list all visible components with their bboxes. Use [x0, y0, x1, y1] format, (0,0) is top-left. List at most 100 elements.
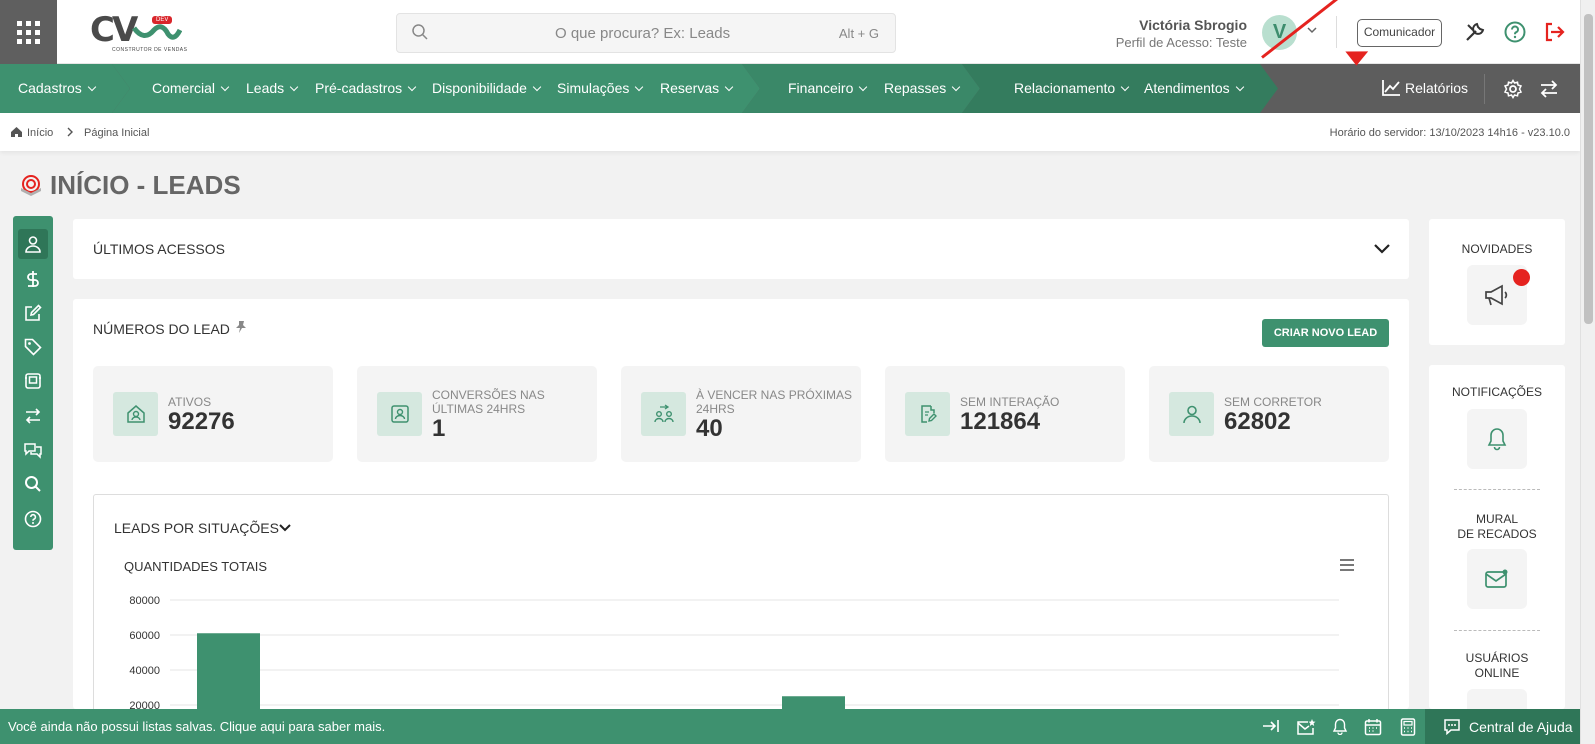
chevron-right-icon	[67, 127, 73, 137]
bell-icon	[1487, 428, 1507, 451]
stat-label: ATIVOS	[168, 395, 212, 409]
notification-dot	[1513, 269, 1530, 286]
global-search[interactable]: O que procura? Ex: Leads Alt + G	[396, 13, 896, 53]
toolbar-user[interactable]	[18, 229, 48, 259]
contract-icon	[25, 373, 41, 389]
numeros-lead-title: NÚMEROS DO LEAD	[93, 321, 230, 337]
edit-icon	[25, 304, 42, 321]
stat-label: SEM CORRETOR	[1224, 395, 1322, 409]
toolbar-chat[interactable]	[18, 435, 48, 465]
calendar-icon[interactable]	[1364, 718, 1382, 736]
bar-chart: 80000600004000020000	[129, 595, 1339, 714]
logo-subtitle: CONSTRUTOR DE VENDAS	[112, 47, 188, 53]
stat-label: CONVERSÕES NAS ÚLTIMAS 24hrs	[432, 388, 545, 416]
hamburger-menu-icon[interactable]	[1339, 558, 1355, 572]
stat-sem-corretor[interactable]: SEM CORRETOR 62802	[1149, 366, 1389, 462]
swap-icon[interactable]	[1539, 79, 1559, 99]
chart-y-tick-label: 60000	[129, 630, 160, 642]
chevron-down-icon[interactable]	[1373, 242, 1391, 256]
mural-label-line1: MURAL	[1475, 512, 1518, 526]
nav-cadastros[interactable]: Cadastros	[18, 80, 95, 96]
nav-relacionamento[interactable]: Relacionamento	[1014, 80, 1128, 96]
leads-situacoes-title[interactable]: LEADS POR SITUAÇÕES	[114, 520, 279, 536]
header-divider	[1336, 16, 1337, 48]
app-logo[interactable]: CV DEV CONSTRUTOR DE VENDAS	[90, 12, 190, 54]
toolbar-help[interactable]	[18, 504, 48, 534]
nav-simulacoes[interactable]: Simulações	[557, 80, 642, 96]
chart-title: QUANTIDADES TOTAIS	[124, 559, 268, 574]
comunicador-button[interactable]: Comunicador	[1357, 19, 1442, 47]
logo-dev-badge: DEV	[152, 16, 173, 24]
toolbar-search[interactable]	[18, 469, 48, 499]
nav-relatorios[interactable]: Relatórios	[1405, 80, 1468, 96]
chart-bar[interactable]	[197, 633, 260, 714]
nav-repasses[interactable]: Repasses	[884, 80, 959, 96]
search-shortcut: Alt + G	[838, 26, 879, 41]
mail-icon	[1485, 569, 1508, 588]
tools-icon[interactable]	[1463, 20, 1487, 44]
gear-icon[interactable]	[1503, 79, 1523, 99]
nav-reservas[interactable]: Reservas	[660, 80, 732, 96]
toolbar-dollar[interactable]	[18, 264, 48, 294]
logout-icon[interactable]	[1542, 20, 1566, 44]
stat-value: 121864	[960, 408, 1041, 435]
bell-icon[interactable]	[1332, 718, 1348, 735]
stat-label: SEM INTERAÇÃO	[960, 395, 1060, 409]
arrow-to-right-icon[interactable]	[1262, 718, 1280, 734]
dollar-icon	[27, 271, 39, 287]
breadcrumb-current: Página Inicial	[84, 127, 150, 139]
pin-icon[interactable]	[233, 319, 249, 335]
leads-situacoes-panel: LEADS POR SITUAÇÕES QUANTIDADES TOTAIS 8…	[93, 494, 1389, 714]
usuarios-label-line1: USUÁRIOS	[1465, 651, 1529, 665]
saved-lists-message[interactable]: Você ainda não possui listas salvas. Cli…	[8, 719, 385, 734]
footer-bar: Você ainda não possui listas salvas. Cli…	[0, 709, 1580, 744]
breadcrumb-home[interactable]: Início	[27, 127, 53, 139]
nav-comercial[interactable]: Comercial	[152, 80, 228, 96]
mural-button[interactable]	[1467, 549, 1527, 609]
help-icon[interactable]	[1503, 20, 1527, 44]
search-icon	[25, 476, 41, 492]
calculator-icon[interactable]	[1400, 718, 1416, 736]
usuarios-label-line2: ONLINE	[1474, 666, 1520, 680]
chart-y-tick-label: 80000	[129, 595, 160, 607]
scrollbar-thumb[interactable]	[1584, 14, 1593, 324]
stat-value: 62802	[1224, 408, 1291, 435]
create-lead-button[interactable]: CRIAR NOVO LEAD	[1262, 319, 1389, 347]
main-nav: Cadastros Comercial Leads Pré-cadastros …	[0, 64, 1580, 113]
page-scrollbar[interactable]	[1580, 0, 1595, 744]
user-badge-icon	[377, 392, 422, 436]
toolbar-edit[interactable]	[18, 298, 48, 328]
stat-conversoes[interactable]: CONVERSÕES NAS ÚLTIMAS 24hrs 1	[357, 366, 597, 462]
toolbar-transfer[interactable]	[18, 401, 48, 431]
stat-label: À VENCER NAS PRÓXIMAS 24hrs	[696, 388, 853, 416]
ultimos-acessos-panel[interactable]: ÚLTIMOS ACESSOS	[73, 219, 1409, 279]
notificacoes-button[interactable]	[1467, 409, 1527, 469]
mail-star-icon[interactable]	[1296, 718, 1316, 736]
grid-icon	[17, 20, 40, 44]
apps-menu-button[interactable]	[0, 0, 57, 64]
nav-disponibilidade[interactable]: Disponibilidade	[432, 80, 540, 96]
nav-atendimentos[interactable]: Atendimentos	[1144, 80, 1243, 96]
stat-a-vencer[interactable]: À VENCER NAS PRÓXIMAS 24hrs 40	[621, 366, 861, 462]
nav-leads[interactable]: Leads	[246, 80, 297, 96]
stat-sem-interacao[interactable]: SEM INTERAÇÃO 121864	[885, 366, 1125, 462]
user-info[interactable]: Victória Sbrogio Perfil de Acesso: Teste	[1047, 17, 1247, 50]
stat-ativos[interactable]: ATIVOS 92276	[93, 366, 333, 462]
nav-pre-cadastros[interactable]: Pré-cadastros	[315, 80, 415, 96]
stat-value: 1	[432, 415, 446, 442]
toolbar-tag[interactable]	[18, 332, 48, 362]
user-name: Victória Sbrogio	[1139, 17, 1247, 33]
chevron-down-icon[interactable]	[1306, 24, 1318, 36]
document-edit-icon	[905, 392, 950, 436]
nav-financeiro[interactable]: Financeiro	[788, 80, 866, 96]
users-exchange-icon	[641, 392, 686, 436]
user-profile: Perfil de Acesso: Teste	[1115, 35, 1247, 50]
search-icon	[412, 24, 428, 40]
chevron-down-icon[interactable]	[278, 522, 292, 534]
help-center-button[interactable]: Central de Ajuda	[1425, 709, 1580, 744]
home-icon[interactable]	[10, 126, 23, 138]
home-user-icon	[113, 392, 158, 436]
toolbar-printer[interactable]	[18, 366, 48, 396]
chart-line-icon	[1382, 80, 1400, 96]
usuarios-online-button[interactable]	[1467, 689, 1527, 709]
